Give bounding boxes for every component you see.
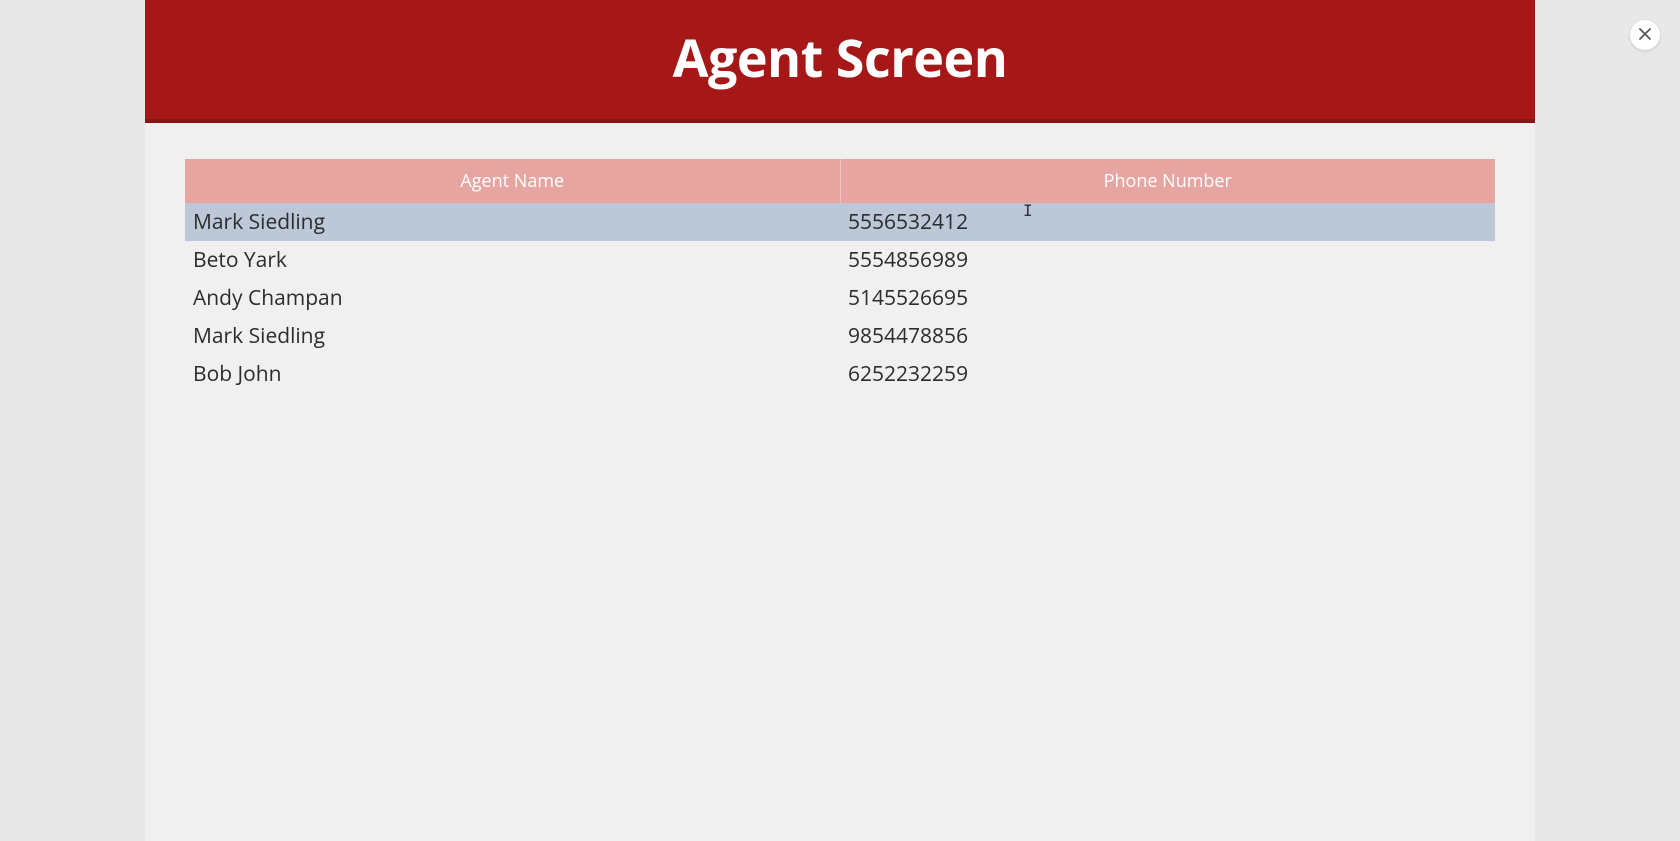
cell-agent-name: Mark Siedling bbox=[185, 203, 840, 241]
table-row[interactable]: Beto Yark 5554856989 bbox=[185, 241, 1495, 279]
cell-phone-number: 6252232259 bbox=[840, 355, 1495, 393]
close-button[interactable] bbox=[1630, 20, 1660, 50]
content-area: Agent Name Phone Number Mark Siedling 55… bbox=[145, 123, 1535, 393]
page-title: Agent Screen bbox=[145, 22, 1535, 93]
close-icon bbox=[1638, 27, 1652, 44]
cell-phone-number: 5145526695 bbox=[840, 279, 1495, 317]
cell-agent-name: Mark Siedling bbox=[185, 317, 840, 355]
table-row[interactable]: Mark Siedling 5556532412 bbox=[185, 203, 1495, 241]
table-body: Mark Siedling 5556532412 Beto Yark 55548… bbox=[185, 203, 1495, 393]
table-header-row: Agent Name Phone Number bbox=[185, 159, 1495, 203]
column-header-phone-number[interactable]: Phone Number bbox=[840, 159, 1495, 203]
table-row[interactable]: Andy Champan 5145526695 bbox=[185, 279, 1495, 317]
cell-phone-number: 9854478856 bbox=[840, 317, 1495, 355]
cell-phone-number: 5554856989 bbox=[840, 241, 1495, 279]
cell-agent-name: Beto Yark bbox=[185, 241, 840, 279]
cell-phone-number: 5556532412 bbox=[840, 203, 1495, 241]
table-row[interactable]: Mark Siedling 9854478856 bbox=[185, 317, 1495, 355]
cell-agent-name: Andy Champan bbox=[185, 279, 840, 317]
agent-table: Agent Name Phone Number Mark Siedling 55… bbox=[185, 159, 1495, 393]
header-banner: Agent Screen bbox=[145, 0, 1535, 123]
table-row[interactable]: Bob John 6252232259 bbox=[185, 355, 1495, 393]
cell-agent-name: Bob John bbox=[185, 355, 840, 393]
main-panel: Agent Screen Agent Name Phone Number Mar… bbox=[145, 0, 1535, 841]
column-header-agent-name[interactable]: Agent Name bbox=[185, 159, 840, 203]
